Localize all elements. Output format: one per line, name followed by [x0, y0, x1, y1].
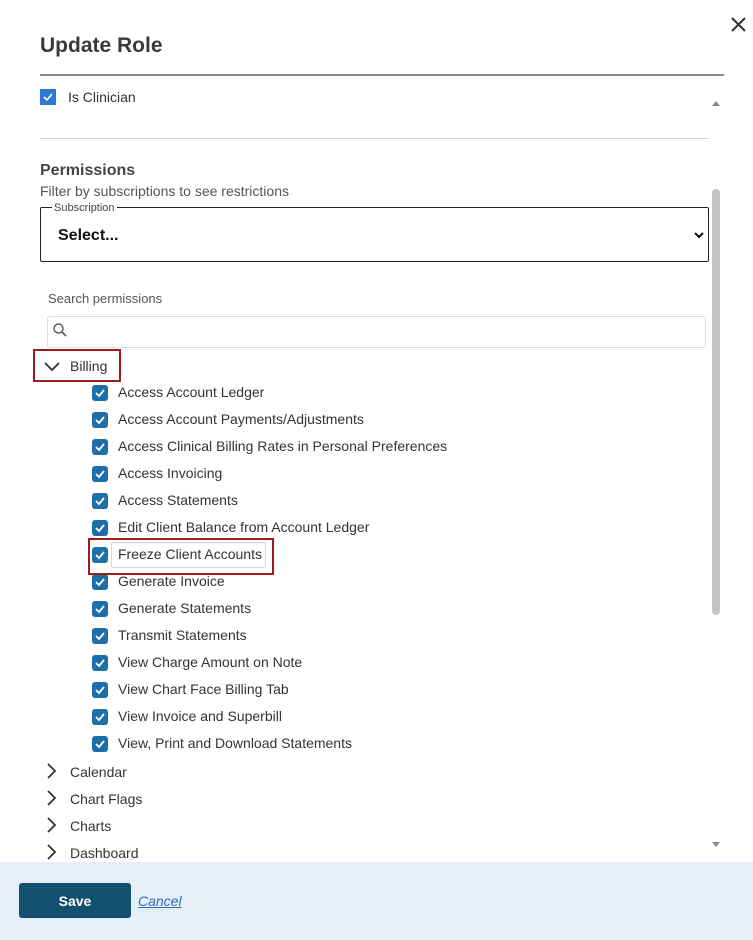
- chevron-down-icon[interactable]: [693, 228, 705, 246]
- subscription-select[interactable]: [40, 207, 709, 262]
- permission-label: Access Statements: [118, 492, 238, 508]
- permission-label: Edit Client Balance from Account Ledger: [118, 519, 370, 535]
- permission-checkbox[interactable]: [92, 655, 108, 671]
- chevron-right-icon[interactable]: [47, 817, 57, 838]
- subscription-value[interactable]: Select...: [58, 227, 118, 245]
- permission-label: Access Account Ledger: [118, 384, 265, 400]
- dialog-scroll-area[interactable]: Is Clinician Permissions Filter by subsc…: [0, 77, 753, 861]
- subscription-legend: Subscription: [52, 202, 117, 214]
- group-billing-label[interactable]: Billing: [70, 358, 107, 374]
- group-label[interactable]: Charts: [70, 818, 111, 834]
- permissions-subtitle: Filter by subscriptions to see restricti…: [40, 183, 289, 199]
- permission-checkbox[interactable]: [92, 628, 108, 644]
- permission-checkbox[interactable]: [92, 385, 108, 401]
- dialog-title: Update Role: [40, 34, 163, 57]
- focus-outline: [111, 542, 266, 568]
- group-label[interactable]: Calendar: [70, 764, 127, 780]
- chevron-right-icon[interactable]: [47, 844, 57, 861]
- permission-label: Access Invoicing: [118, 465, 223, 481]
- permission-checkbox[interactable]: [92, 574, 108, 590]
- is-clinician-label: Is Clinician: [68, 89, 136, 105]
- permission-checkbox[interactable]: [92, 709, 108, 725]
- title-divider: [40, 74, 724, 76]
- permission-label: View Invoice and Superbill: [118, 708, 282, 724]
- permissions-heading: Permissions: [40, 162, 136, 179]
- group-label[interactable]: Chart Flags: [70, 791, 142, 807]
- permission-label: Generate Statements: [118, 600, 252, 616]
- search-permissions-input[interactable]: [47, 316, 706, 348]
- permission-checkbox[interactable]: [92, 466, 108, 482]
- group-label[interactable]: Dashboard: [70, 845, 139, 861]
- search-label: Search permissions: [48, 291, 163, 306]
- chevron-down-icon[interactable]: [44, 359, 60, 377]
- permission-label: Transmit Statements: [118, 627, 247, 643]
- cancel-link[interactable]: Cancel: [138, 893, 182, 909]
- permission-checkbox[interactable]: [92, 520, 108, 536]
- permission-label: View Charge Amount on Note: [118, 654, 303, 670]
- scroll-down-icon[interactable]: [711, 836, 721, 854]
- scroll-up-icon[interactable]: [711, 94, 721, 112]
- chevron-right-icon[interactable]: [47, 763, 57, 784]
- is-clinician-checkbox[interactable]: [40, 89, 56, 105]
- permission-label: View Chart Face Billing Tab: [118, 681, 289, 697]
- permission-label: Access Account Payments/Adjustments: [118, 411, 364, 427]
- save-button[interactable]: Save: [19, 883, 131, 918]
- permission-checkbox[interactable]: [92, 682, 108, 698]
- permission-checkbox[interactable]: [92, 601, 108, 617]
- permission-label: Access Clinical Billing Rates in Persona…: [118, 438, 448, 454]
- permission-checkbox[interactable]: [92, 412, 108, 428]
- permission-label: Generate Invoice: [118, 573, 225, 589]
- chevron-right-icon[interactable]: [47, 790, 57, 811]
- section-divider: [40, 138, 709, 139]
- scrollbar-thumb[interactable]: [712, 189, 720, 615]
- close-icon[interactable]: [728, 12, 750, 36]
- permission-checkbox[interactable]: [92, 493, 108, 509]
- permission-label: View, Print and Download Statements: [118, 735, 352, 751]
- permission-checkbox[interactable]: [92, 439, 108, 455]
- permission-checkbox[interactable]: [92, 736, 108, 752]
- search-icon: [52, 322, 68, 343]
